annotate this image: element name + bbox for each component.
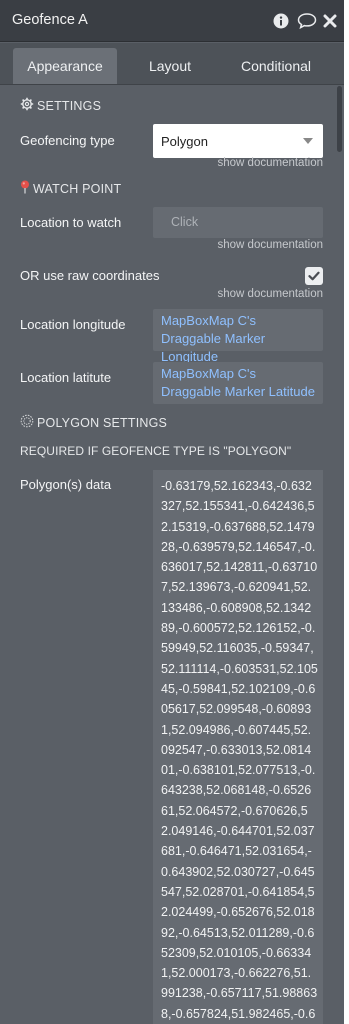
location-to-watch-input[interactable]: Click xyxy=(153,207,323,238)
location-longitude-label: Location longitude xyxy=(20,317,126,332)
checkmark-icon xyxy=(308,271,320,281)
location-latitude-expression[interactable]: MapBoxMap C's Draggable Marker Latitude xyxy=(153,362,323,404)
title-bar: Geofence A xyxy=(0,0,344,42)
watch-point-section-header: WATCH POINT xyxy=(20,180,121,197)
polygon-data-label: Polygon(s) data xyxy=(20,477,112,492)
polygon-settings-section-header: POLYGON SETTINGS xyxy=(20,414,167,431)
pin-icon xyxy=(20,180,30,197)
raw-coordinates-label: OR use raw coordinates xyxy=(20,268,160,283)
polygon-data-textarea[interactable]: -0.63179,52.162343,-0.632327,52.155341,-… xyxy=(153,470,323,1024)
tab-appearance[interactable]: Appearance xyxy=(13,48,117,84)
geofencing-type-value: Polygon xyxy=(161,133,208,149)
circle-dots-icon xyxy=(20,414,34,431)
show-documentation-link[interactable]: show documentation xyxy=(218,288,323,300)
tab-bar: Appearance Layout Conditional xyxy=(0,43,344,85)
polygon-settings-section-title: POLYGON SETTINGS xyxy=(37,415,168,430)
geofencing-type-label: Geofencing type xyxy=(20,133,115,148)
location-to-watch-label: Location to watch xyxy=(20,215,122,230)
polygon-required-note: REQUIRED IF GEOFENCE TYPE IS "POLYGON" xyxy=(20,444,292,458)
location-latitude-label: Location latitute xyxy=(20,370,112,385)
settings-section-title: SETTINGS xyxy=(37,98,102,113)
tab-conditional[interactable]: Conditional xyxy=(226,48,326,84)
location-longitude-expression[interactable]: MapBoxMap C's Draggable Marker Longitude xyxy=(153,309,323,364)
tab-layout[interactable]: Layout xyxy=(124,48,216,84)
gear-icon xyxy=(20,97,34,114)
settings-section-header: SETTINGS xyxy=(20,97,101,114)
location-to-watch-placeholder: Click xyxy=(171,215,199,229)
geofencing-type-dropdown[interactable]: Polygon xyxy=(153,124,323,158)
raw-coordinates-checkbox[interactable] xyxy=(305,267,323,285)
show-documentation-link[interactable]: show documentation xyxy=(218,239,323,251)
property-editor-panel: Geofence A Appearance Layout Conditional xyxy=(0,0,344,1024)
chevron-down-icon xyxy=(303,138,313,144)
comment-icon[interactable] xyxy=(297,11,317,31)
watch-point-section-title: WATCH POINT xyxy=(33,181,122,196)
window-title: Geofence A xyxy=(12,12,88,28)
close-icon[interactable] xyxy=(323,11,337,31)
show-documentation-link[interactable]: show documentation xyxy=(218,157,323,169)
scrollbar-thumb[interactable] xyxy=(337,86,342,152)
info-icon[interactable] xyxy=(273,11,289,31)
